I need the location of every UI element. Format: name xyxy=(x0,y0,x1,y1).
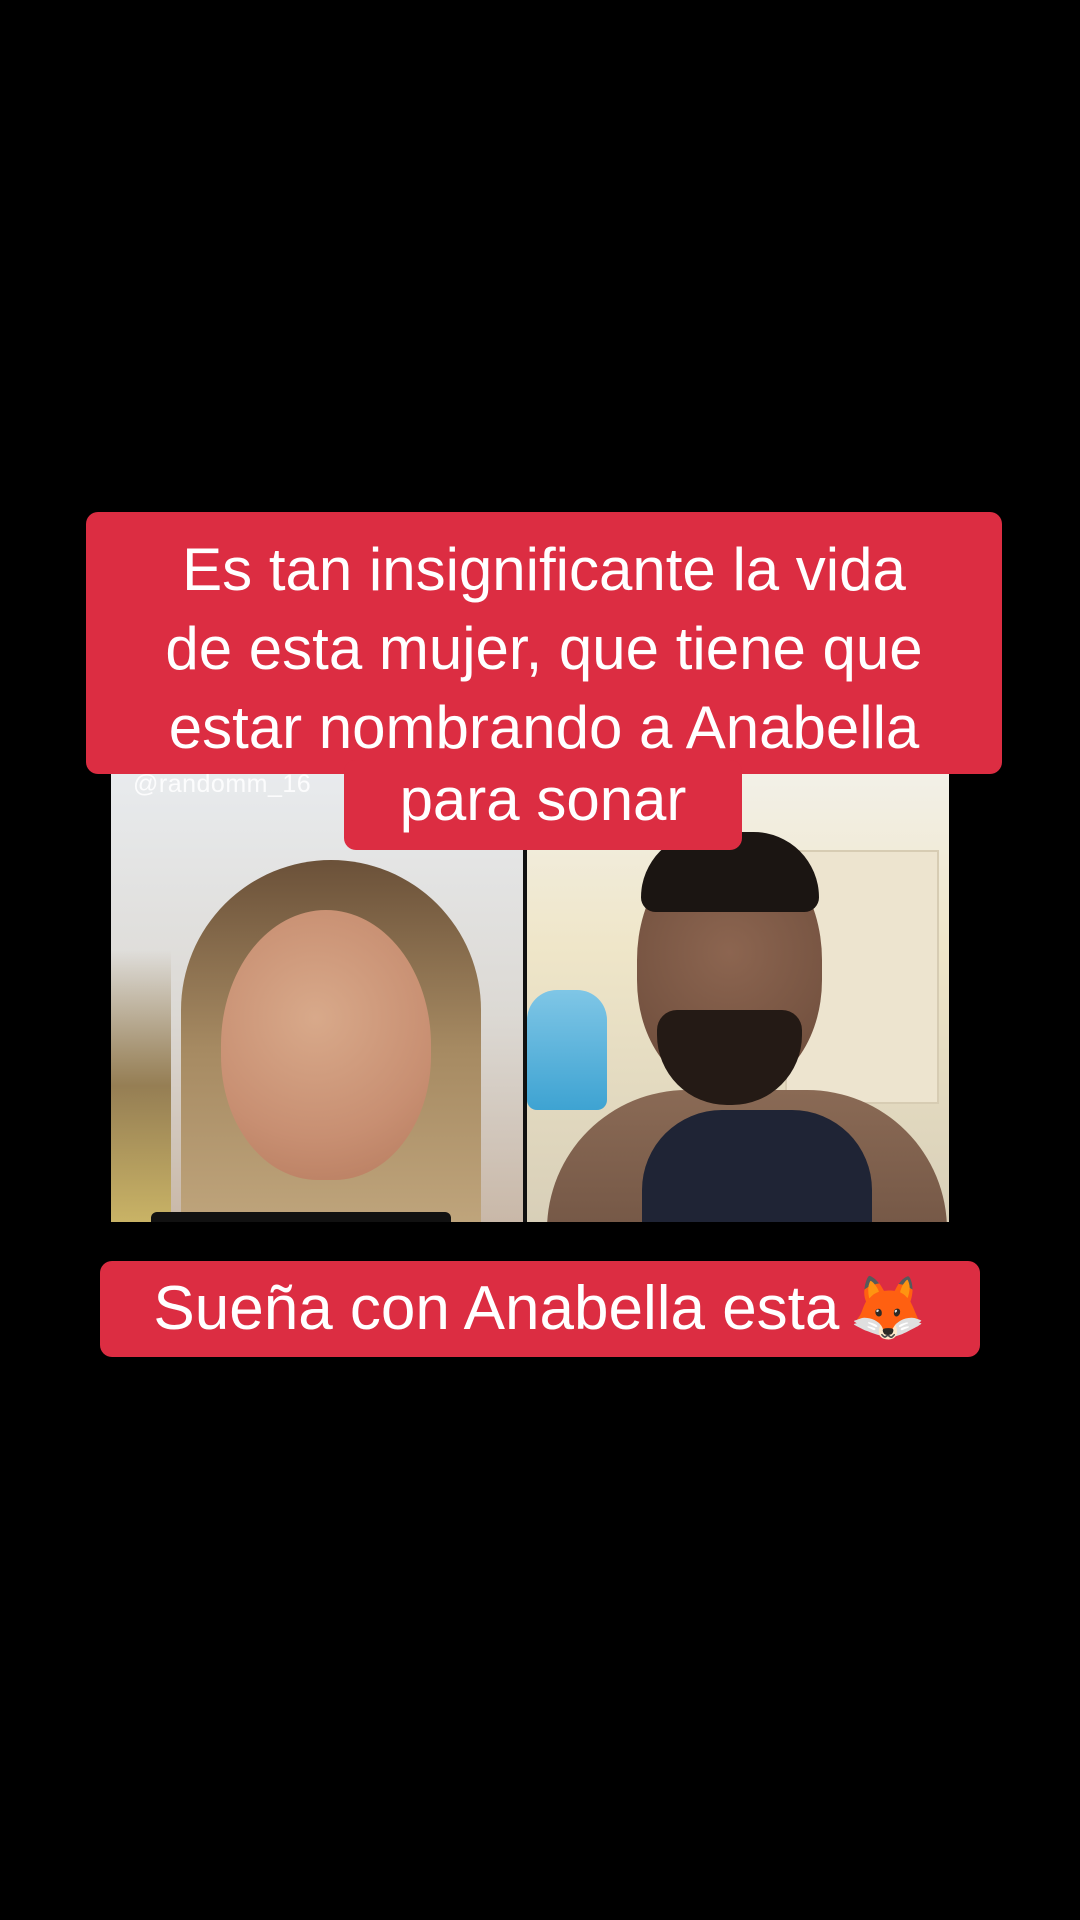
caption-line-1: Es tan insignificante la vida xyxy=(182,536,906,603)
watermark-username: @randomm_16 xyxy=(133,770,312,798)
overlay-caption-tail: para sonar xyxy=(344,760,742,850)
plant-decoration xyxy=(111,950,171,1222)
phone-edge xyxy=(151,1212,451,1222)
water-jug xyxy=(527,990,607,1110)
tank-top xyxy=(642,1110,872,1222)
caption-line-4: para sonar xyxy=(399,766,687,833)
fox-icon: 🦊 xyxy=(849,1274,927,1343)
bottom-caption-text: Sueña con Anabella esta xyxy=(153,1274,840,1343)
bottom-caption-line: Sueña con Anabella esta 🦊 xyxy=(100,1273,980,1345)
face-left xyxy=(221,910,431,1180)
caption-line-2: de esta mujer, que tiene que xyxy=(165,615,923,682)
bottom-caption: Sueña con Anabella esta 🦊 xyxy=(100,1261,980,1357)
caption-line-3: estar nombrando a Anabella xyxy=(168,694,920,761)
overlay-caption: Es tan insignificante la vida de esta mu… xyxy=(86,512,1002,774)
